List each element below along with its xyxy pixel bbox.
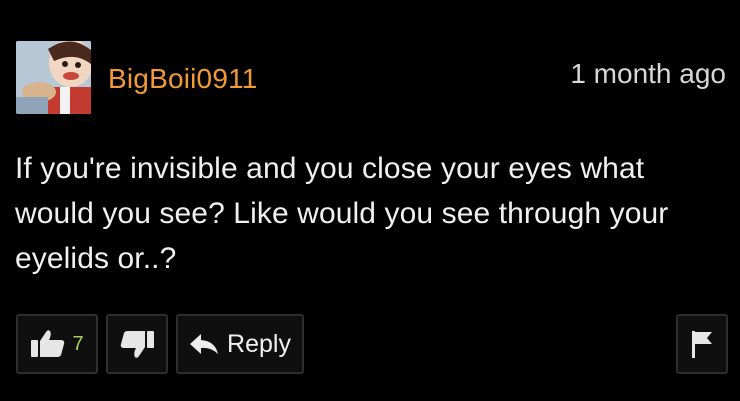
reply-button[interactable]: Reply bbox=[176, 314, 304, 374]
thumbs-up-icon bbox=[30, 329, 66, 359]
thumbs-down-icon bbox=[119, 329, 155, 359]
comment-text: If you're invisible and you close your e… bbox=[15, 152, 669, 275]
like-count: 7 bbox=[72, 333, 84, 355]
like-button[interactable]: 7 bbox=[16, 314, 98, 374]
avatar-image bbox=[16, 41, 91, 114]
flag-button[interactable] bbox=[676, 314, 728, 374]
comment-timestamp: 1 month ago bbox=[570, 58, 726, 89]
dislike-button[interactable] bbox=[106, 314, 168, 374]
reply-arrow-icon bbox=[189, 332, 219, 356]
reply-label: Reply bbox=[227, 329, 291, 358]
username[interactable]: BigBoii0911 bbox=[108, 62, 258, 96]
avatar[interactable] bbox=[16, 41, 91, 114]
flag-icon bbox=[690, 329, 714, 359]
